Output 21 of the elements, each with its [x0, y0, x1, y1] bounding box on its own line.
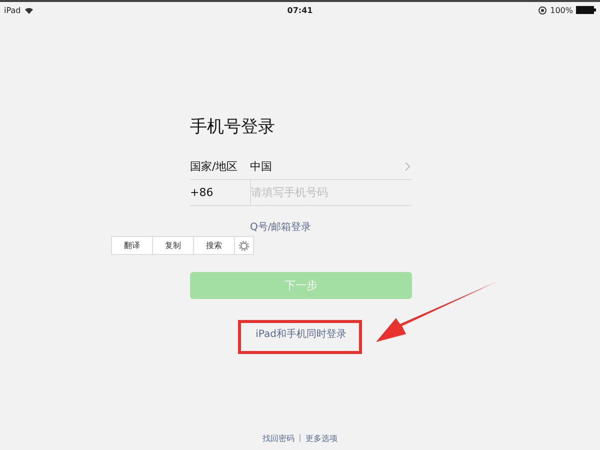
country-selector[interactable]: 国家/地区 中国	[190, 154, 412, 180]
footer-link[interactable]: 更多选项	[305, 433, 338, 444]
alt-login-link[interactable]: Q号/邮箱登录	[250, 220, 312, 237]
country-code: +86	[190, 180, 251, 205]
settings-icon[interactable]	[239, 240, 249, 250]
link-divider: |	[298, 433, 302, 444]
chevron-icon	[405, 162, 410, 171]
menu-item[interactable]: 翻译	[112, 237, 153, 254]
footer-link[interactable]: 找回密码	[262, 433, 295, 444]
country-value: 中国	[250, 159, 273, 174]
dual-login-link[interactable]: iPad和手机同时登录	[256, 327, 346, 341]
menu-item[interactable]: 搜索	[194, 237, 235, 254]
rotation-lock-icon	[538, 6, 548, 14]
wifi-icon	[24, 6, 34, 14]
battery-icon	[576, 6, 596, 14]
battery-percent: 100%	[550, 6, 573, 14]
device-name: iPad	[4, 6, 21, 14]
menu-item[interactable]: 复制	[153, 237, 194, 254]
page-title: 手机号登录	[190, 116, 276, 139]
clock-time: 07:41	[287, 6, 313, 14]
country-label: 国家/地区	[190, 159, 239, 174]
